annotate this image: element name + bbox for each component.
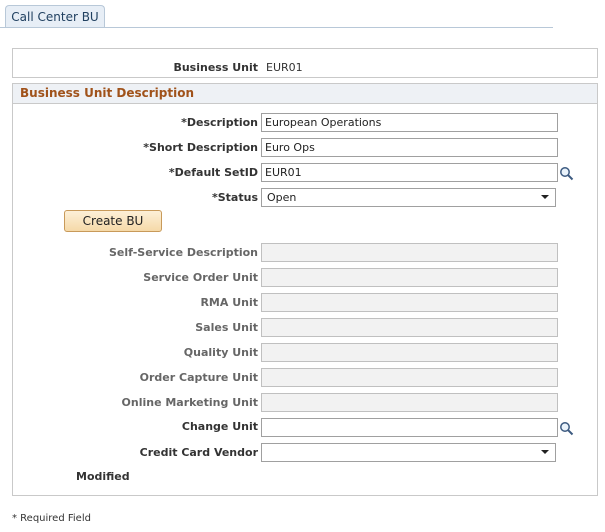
change-unit-input[interactable] <box>261 418 558 437</box>
rma-unit-label: RMA Unit <box>200 296 258 309</box>
quality-unit-field <box>261 343 558 362</box>
short-description-label: *Short Description <box>143 141 258 154</box>
chevron-down-icon <box>541 450 549 454</box>
rma-unit-field <box>261 293 558 312</box>
tab-call-center-bu[interactable]: Call Center BU <box>5 5 105 28</box>
self-service-description-field <box>261 243 558 262</box>
online-marketing-unit-field <box>261 393 558 412</box>
online-marketing-unit-label: Online Marketing Unit <box>121 396 258 409</box>
create-bu-button[interactable]: Create BU <box>64 210 162 232</box>
modified-label: Modified <box>76 470 130 483</box>
business-unit-value: EUR01 <box>266 61 303 74</box>
credit-card-vendor-select[interactable] <box>261 443 556 462</box>
order-capture-unit-label: Order Capture Unit <box>139 371 258 384</box>
business-unit-label: Business Unit <box>173 61 258 74</box>
self-service-description-label: Self-Service Description <box>108 246 258 259</box>
sales-unit-field <box>261 318 558 337</box>
group-header: Business Unit Description <box>13 84 597 104</box>
service-order-unit-field <box>261 268 558 287</box>
required-field-note: * Required Field <box>12 513 91 524</box>
sales-unit-label: Sales Unit <box>195 321 258 334</box>
magnifier-icon[interactable] <box>559 421 574 436</box>
header-box <box>12 48 598 78</box>
status-label: *Status <box>212 191 258 204</box>
order-capture-unit-field <box>261 368 558 387</box>
quality-unit-label: Quality Unit <box>183 346 258 359</box>
group-title: Business Unit Description <box>20 86 195 100</box>
description-input[interactable]: European Operations <box>261 113 558 132</box>
status-value: Open <box>267 191 297 204</box>
service-order-unit-label: Service Order Unit <box>143 271 258 284</box>
status-select[interactable]: Open <box>261 188 556 207</box>
change-unit-label: Change Unit <box>181 420 258 433</box>
short-description-input[interactable]: Euro Ops <box>261 138 558 157</box>
tab-divider <box>0 27 553 28</box>
chevron-down-icon <box>541 195 549 199</box>
default-setid-label: *Default SetID <box>168 166 258 179</box>
default-setid-input[interactable]: EUR01 <box>261 163 558 182</box>
credit-card-vendor-label: Credit Card Vendor <box>139 446 258 459</box>
magnifier-icon[interactable] <box>559 166 574 181</box>
description-label: *Description <box>181 116 258 129</box>
